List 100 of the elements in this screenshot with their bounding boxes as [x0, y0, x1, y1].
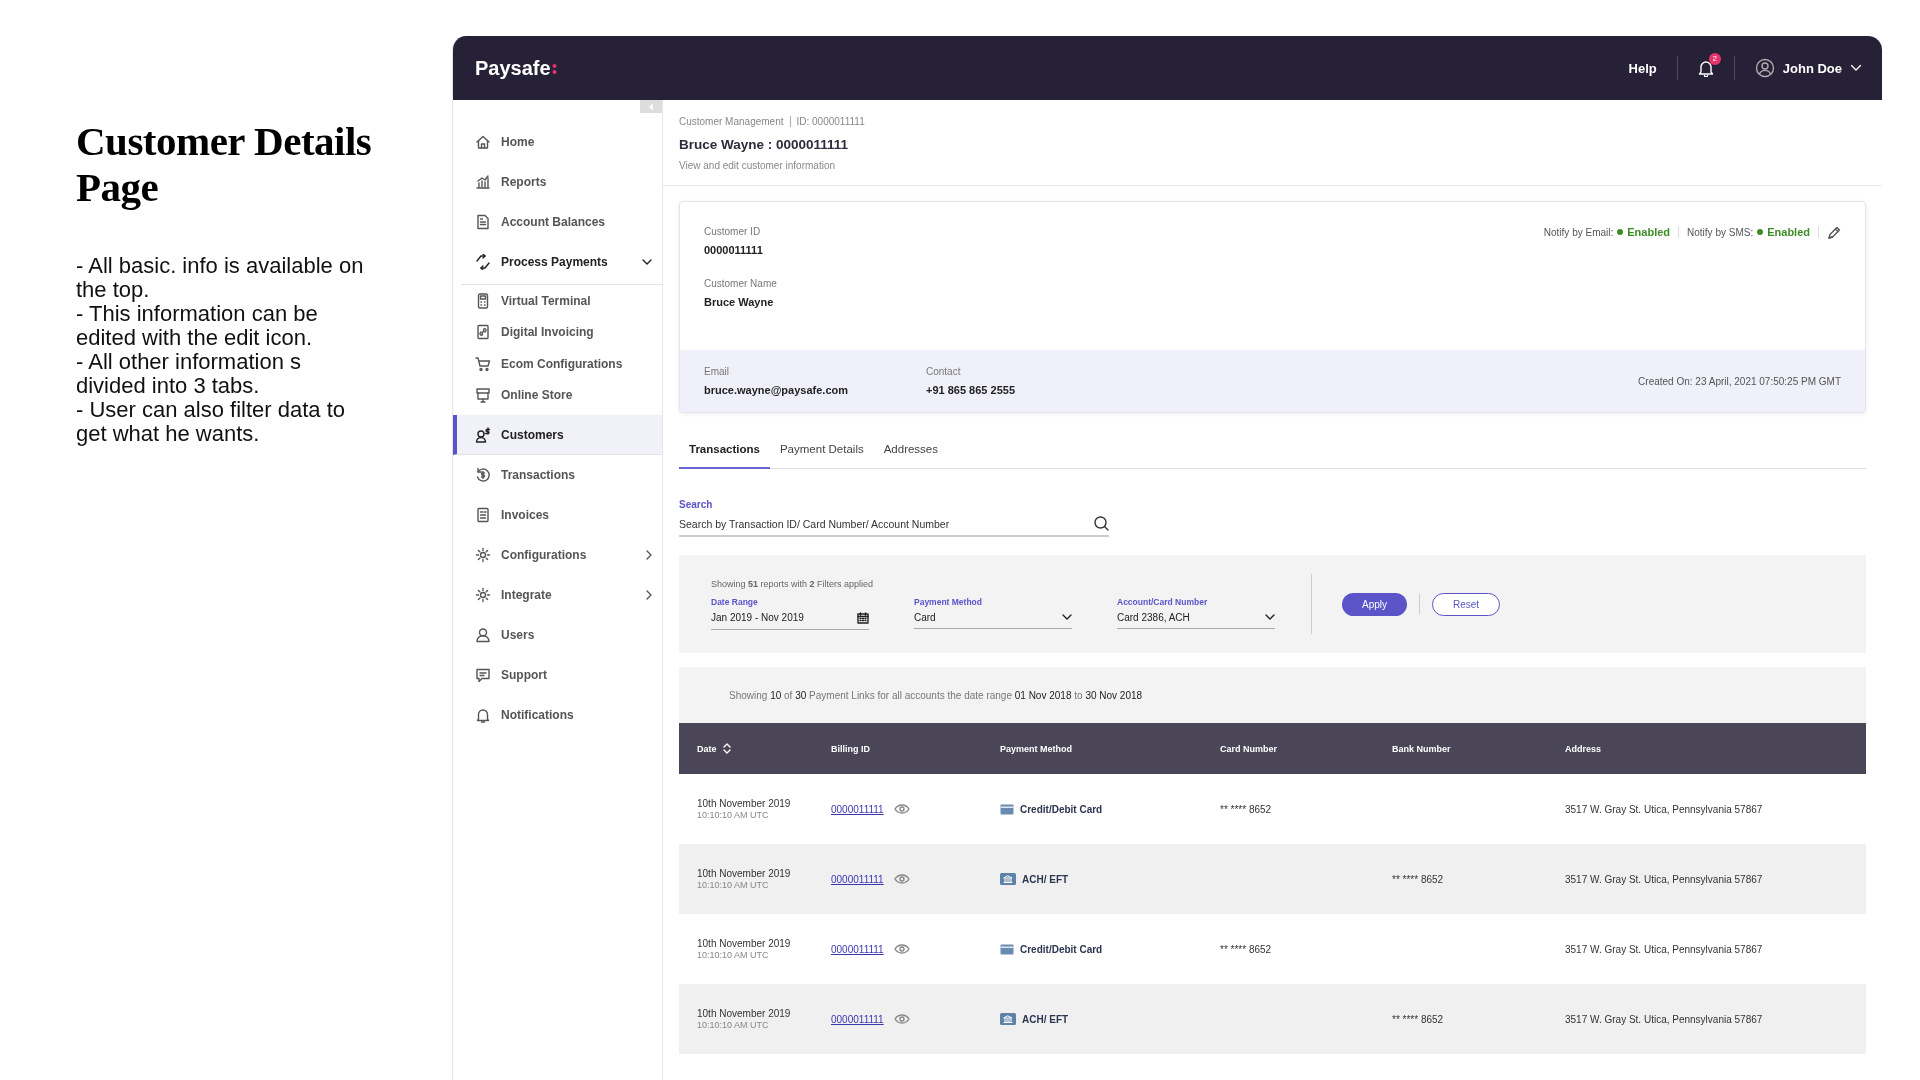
payment-method: ACH/ EFT [1022, 873, 1069, 885]
date-text: 10th November 2019 [697, 1008, 792, 1019]
billing-id-link[interactable]: 0000011111 [831, 943, 884, 955]
note-text: - This information can be edited with the edit icon. [76, 302, 319, 350]
column-header: Address [1565, 743, 1601, 754]
date-text: 10th November 2019 [697, 938, 792, 949]
reset-button[interactable]: Reset [1432, 592, 1501, 616]
sidebar-item[interactable]: Process Payments [453, 242, 662, 282]
sidebar-item[interactable]: Home [453, 122, 662, 162]
note-text: - All basic. info is available on the top. [76, 254, 365, 302]
billing-id-link[interactable]: 0000011111 [831, 873, 884, 885]
sidebar-item[interactable]: Invoices [453, 495, 662, 535]
bank-icon [1000, 1013, 1016, 1025]
address-text: 3517 W. Gray St. Utica, Pennsylvania 57867 [1565, 943, 1763, 955]
field-label: Email [704, 366, 730, 377]
dropdown[interactable]: Card 2386, ACH [1117, 611, 1275, 629]
date-text: 10th November 2019 [697, 798, 792, 809]
chart-icon [475, 174, 491, 190]
sidebar-item[interactable]: Users [453, 615, 662, 655]
note-text: - All other information s divided into 3 tabs. [76, 350, 302, 398]
billing-id-link[interactable]: 0000011111 [831, 803, 884, 815]
sidebar-item[interactable]: Account Balances [453, 202, 662, 242]
time-text: 10:10:10 AM UTC [697, 880, 770, 890]
column-header: Date [697, 743, 717, 754]
dropdown[interactable]: Card [914, 611, 1072, 629]
sort-icon[interactable] [722, 743, 731, 754]
eye-icon[interactable] [893, 874, 910, 884]
sidebar-item[interactable]: Notifications [453, 695, 662, 735]
invoice-icon [475, 507, 491, 523]
caret-left-icon [648, 102, 654, 111]
note-text: - User can also filter data to get what he wants. [76, 398, 346, 446]
sidebar-item[interactable]: Support [453, 655, 662, 695]
field-value: bruce.wayne@paysafe.com [704, 384, 849, 396]
edit-icon[interactable] [1827, 226, 1841, 240]
date-field[interactable]: Jan 2019 - Nov 2019 [711, 611, 869, 630]
created-date: Created On: 23 April, 2021 07:50:25 PM GMT [1638, 375, 1841, 387]
bank-icon [1000, 873, 1016, 885]
apply-button[interactable]: Apply [1342, 592, 1407, 616]
eye-icon[interactable] [893, 804, 910, 814]
payment-method: Credit/Debit Card [1020, 943, 1103, 955]
field-label: Customer Name [704, 278, 778, 289]
notification-badge: 2 [1708, 53, 1721, 65]
column-header: Bank Number [1392, 743, 1451, 754]
date-text: 10th November 2019 [697, 868, 792, 879]
filter-summary: Showing 51 reports with 2 Filters applied [711, 578, 875, 589]
sidebar-item[interactable]: Reports [453, 162, 662, 202]
eye-icon[interactable] [893, 1014, 910, 1024]
breadcrumb-item[interactable]: Customer Management [679, 116, 784, 127]
time-text: 10:10:10 AM UTC [697, 1020, 770, 1030]
sidebar-subitem[interactable]: Virtual Terminal [461, 285, 662, 317]
tab[interactable]: Payment Details [769, 431, 874, 469]
column-header: Payment Method [1000, 743, 1072, 754]
payment-method: Credit/Debit Card [1020, 803, 1103, 815]
filter-label: Date Range [711, 596, 759, 607]
address-text: 3517 W. Gray St. Utica, Pennsylvania 57867 [1565, 873, 1763, 885]
eye-icon[interactable] [893, 944, 910, 954]
search-icon[interactable] [1094, 516, 1109, 531]
field-value: 0000011111 [704, 244, 764, 256]
sidebar-item[interactable]: Transactions [453, 455, 662, 495]
time-text: 10:10:10 AM UTC [697, 810, 770, 820]
bank-number: ** **** 8652 [1392, 873, 1444, 885]
sidebar-item[interactable]: Configurations [453, 535, 662, 575]
address-text: 3517 W. Gray St. Utica, Pennsylvania 57867 [1565, 1013, 1763, 1025]
chevron-down-icon[interactable] [1850, 64, 1862, 72]
sidebar-subitem[interactable]: Ecom Configurations [461, 348, 662, 380]
chevron-down-icon [1265, 614, 1275, 620]
notify-label: Notify by SMS: [1687, 226, 1754, 238]
sidebar-subitem[interactable]: Digital Invoicing [461, 316, 662, 348]
sidebar-subitem[interactable]: Online Store [461, 379, 662, 411]
chevron-right-icon [646, 590, 652, 600]
logo-text: Paysafe [475, 56, 551, 80]
user-name[interactable]: John Doe [1782, 60, 1842, 76]
calendar-icon [857, 611, 869, 624]
slide-title: Customer Details Page [76, 118, 373, 210]
tab[interactable]: Transactions [679, 431, 770, 469]
field-label: Contact [926, 366, 962, 377]
tab[interactable]: Addresses [873, 431, 949, 469]
sidebar-item[interactable]: Integrate [453, 575, 662, 615]
field-value: Bruce Wayne [704, 296, 775, 308]
page-subtitle: View and edit customer information [679, 160, 836, 171]
cart-icon [475, 355, 491, 372]
document-icon [475, 214, 491, 230]
results-summary: Showing 10 of 30 Payment Links for all accounts the date range 01 Nov 2018 to 30 Nov 2018 [729, 689, 1143, 701]
notify-label: Notify by Email: [1543, 226, 1614, 238]
payment-method: ACH/ EFT [1022, 1013, 1069, 1025]
bell-icon[interactable] [1697, 59, 1714, 77]
help-link[interactable]: Help [1608, 60, 1677, 76]
notify-status: Enabled [1767, 226, 1810, 238]
billing-id-link[interactable]: 0000011111 [831, 1013, 884, 1025]
breadcrumb-item: ID: 0000011111 [796, 116, 865, 127]
link-document-icon [475, 324, 491, 341]
storefront-icon [475, 387, 491, 404]
home-icon [475, 134, 491, 150]
user-avatar-icon [1754, 58, 1775, 78]
sidebar-item[interactable]: Customers [453, 415, 662, 455]
card-number: ** **** 8652 [1220, 943, 1272, 955]
notify-status: Enabled [1627, 226, 1671, 238]
filter-label: Payment Method [914, 596, 983, 607]
chat-icon [475, 667, 491, 683]
credit-card-icon [1000, 943, 1014, 955]
